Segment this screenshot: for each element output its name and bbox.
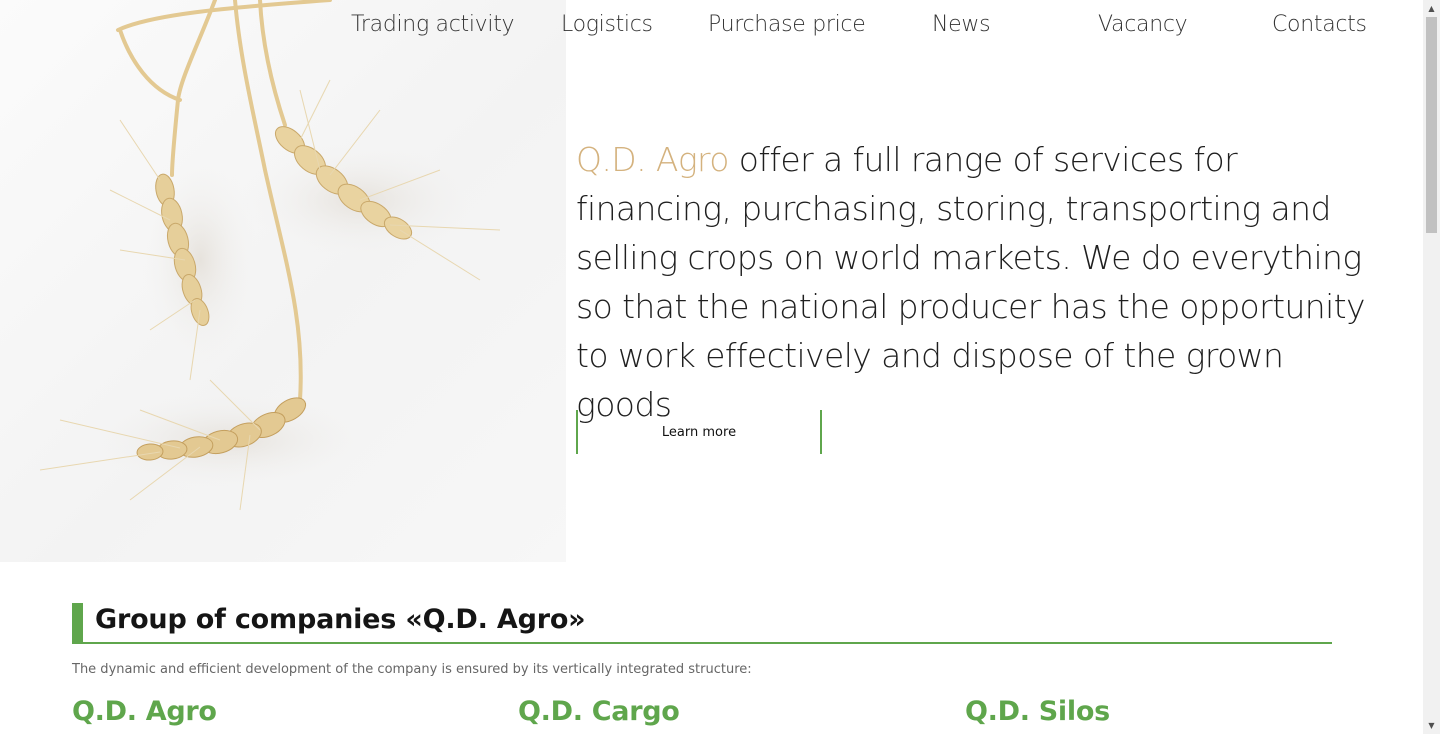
hero-description: Q.D. Agro offer a full range of services…: [576, 135, 1386, 429]
company-qd-agro[interactable]: Q.D. Agro: [72, 696, 217, 727]
scrollbar-thumb[interactable]: [1426, 17, 1437, 233]
heading-accent-bar: [72, 603, 83, 643]
group-title: Group of companies «Q.D. Agro»: [95, 604, 586, 635]
group-description: The dynamic and efficient development of…: [72, 662, 752, 677]
company-qd-cargo[interactable]: Q.D. Cargo: [518, 696, 680, 727]
nav-item-contacts[interactable]: Contacts: [1272, 12, 1367, 37]
group-heading: Group of companies «Q.D. Agro»: [72, 602, 1332, 644]
nav-item-news[interactable]: News: [932, 12, 991, 37]
hero-brand: Q.D. Agro: [576, 140, 729, 179]
scroll-down-arrow-icon[interactable]: ▼: [1423, 717, 1440, 734]
wheat-illustration: [39, 0, 501, 511]
company-qd-silos[interactable]: Q.D. Silos: [965, 696, 1110, 727]
hero-text-body: offer a full range of services for finan…: [576, 140, 1366, 424]
nav-item-logistics[interactable]: Logistics: [561, 12, 653, 37]
wheat-ears-image: [0, 0, 566, 562]
nav-item-purchase-price[interactable]: Purchase price: [708, 12, 866, 37]
nav-item-trading-activity[interactable]: Trading activity: [351, 12, 515, 37]
main-nav: Trading activity Logistics Purchase pric…: [336, 12, 1406, 46]
vertical-scrollbar[interactable]: ▲ ▼: [1423, 0, 1440, 734]
nav-item-vacancy[interactable]: Vacancy: [1098, 12, 1188, 37]
scroll-up-arrow-icon[interactable]: ▲: [1423, 0, 1440, 17]
learn-more-button[interactable]: Learn more: [576, 410, 822, 454]
